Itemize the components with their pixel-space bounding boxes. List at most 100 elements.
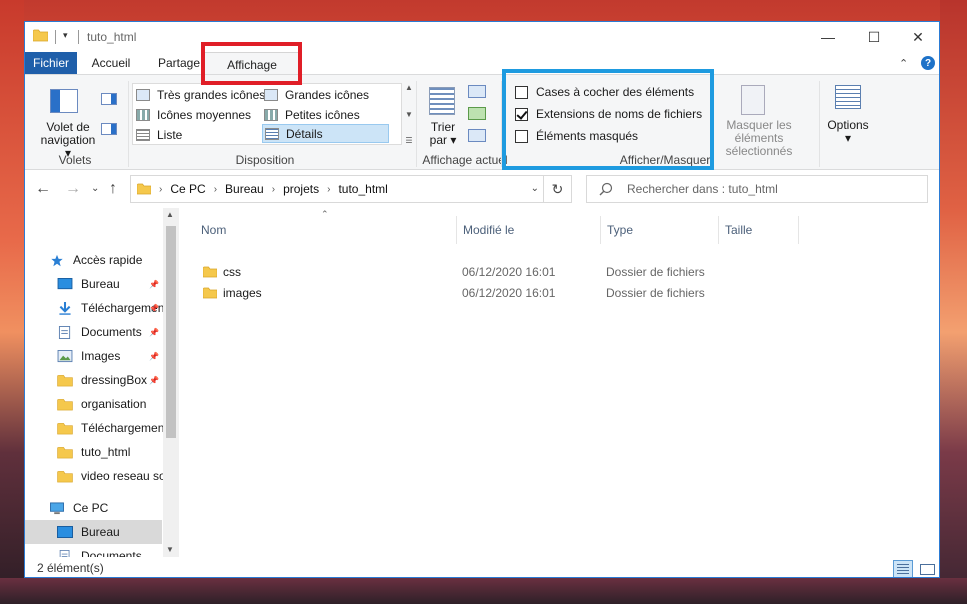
options-button[interactable]: Options ▾ (825, 83, 871, 149)
file-name: images (223, 286, 262, 300)
ribbon-tabs: Fichier Accueil Partage Affichage ⌃ ? (25, 52, 939, 76)
sidebar-item[interactable]: dressingBox 📌 (25, 368, 165, 392)
sidebar-item[interactable]: video reseau soc (25, 464, 172, 488)
breadcrumb-separator[interactable]: › (214, 184, 217, 195)
navigation-pane: Accès rapide Ce PC Bureau Documents Bure… (25, 208, 181, 557)
layout-gallery-scroll[interactable]: ▲ ▼ ☰ (403, 83, 415, 145)
navigation-pane-label-line2: navigation (40, 133, 96, 147)
collapse-ribbon-icon[interactable]: ⌃ (899, 57, 908, 70)
options-icon (835, 85, 861, 109)
details-view-icon[interactable] (893, 560, 913, 577)
folder-icon (57, 374, 73, 386)
search-icon (599, 182, 613, 196)
layout-extra-large-icons[interactable]: Très grandes icônes (136, 85, 265, 104)
nav-pane-scrollbar[interactable]: ▲ ▼ (163, 208, 179, 557)
nav-pc-documents[interactable]: Documents (25, 544, 165, 557)
file-type: Dossier de fichiers (606, 286, 705, 300)
nav-pane-scroll-thumb[interactable] (166, 226, 176, 438)
sidebar-item[interactable]: Téléchargements 📌 (25, 296, 174, 320)
folder-icon (57, 446, 73, 458)
large-icons-view-icon[interactable] (917, 560, 937, 577)
status-bar: 2 élément(s) (25, 557, 939, 577)
layout-medium-icons[interactable]: Icônes moyennes (136, 105, 251, 124)
layout-list[interactable]: Liste (136, 125, 182, 144)
address-history-chevron-icon[interactable]: ⌄ (531, 183, 539, 194)
breadcrumb-tuto-html[interactable]: tuto_html (338, 182, 387, 196)
size-all-columns-icon[interactable] (468, 129, 486, 142)
nav-ce-pc[interactable]: Ce PC (25, 496, 165, 520)
title-separator (55, 30, 56, 44)
sidebar-item[interactable]: organisation (25, 392, 165, 416)
breadcrumb-separator[interactable]: › (272, 184, 275, 195)
breadcrumb-projets[interactable]: projets (283, 182, 319, 196)
extra-large-icons-icon (136, 88, 150, 101)
desktop-background-right (940, 0, 967, 604)
search-box[interactable]: Rechercher dans : tuto_html (586, 175, 928, 203)
group-by-icon[interactable] (468, 85, 486, 98)
list-icon (136, 128, 150, 141)
scroll-up-icon[interactable]: ▲ (405, 83, 413, 92)
highlight-affichage-tab (201, 42, 302, 85)
pin-icon: 📌 (149, 303, 159, 313)
breadcrumb-ce-pc[interactable]: Ce PC (170, 182, 205, 196)
ribbon-affichage: Volet de navigation ▾ Volets Très grande… (25, 74, 939, 170)
column-header-modified[interactable]: Modifié le (457, 216, 601, 244)
breadcrumb-separator[interactable]: › (159, 184, 162, 195)
recent-locations-dropdown-icon[interactable]: ⌄ (91, 183, 99, 194)
help-icon[interactable]: ? (921, 56, 935, 70)
column-header-name[interactable]: Nom (195, 216, 457, 244)
column-header-size[interactable]: Taille (719, 216, 799, 244)
group-label-volets: Volets (58, 153, 92, 167)
scroll-down-icon[interactable]: ▼ (166, 545, 174, 554)
nav-quick-access[interactable]: Accès rapide (25, 248, 165, 272)
sort-by-button[interactable]: Trier par ▾ (423, 85, 463, 151)
documents-icon (58, 325, 71, 339)
table-row[interactable]: images 06/12/2020 16:01 Dossier de fichi… (185, 283, 785, 304)
item-count: 2 élément(s) (37, 561, 104, 575)
sort-icon (429, 87, 455, 115)
layout-large-icons[interactable]: Grandes icônes (264, 85, 369, 104)
desktop-icon (57, 525, 73, 538)
quick-access-toolbar-dropdown-icon[interactable]: ▾ (63, 30, 73, 44)
layout-details[interactable]: Détails (262, 124, 389, 143)
scroll-up-icon[interactable]: ▲ (166, 210, 174, 219)
maximize-button[interactable]: ☐ (851, 22, 897, 52)
folder-icon (203, 287, 217, 299)
tab-fichier[interactable]: Fichier (25, 52, 77, 74)
file-explorer-window: ▾ tuto_html — ☐ ✕ Fichier Accueil Partag… (24, 21, 940, 578)
up-arrow-icon[interactable]: ↑ (109, 180, 117, 198)
breadcrumb-separator[interactable]: › (327, 184, 330, 195)
sidebar-item[interactable]: Documents 📌 (25, 320, 165, 344)
column-header-type[interactable]: Type (601, 216, 719, 244)
table-row[interactable]: css 06/12/2020 16:01 Dossier de fichiers (185, 262, 785, 283)
address-bar[interactable]: › Ce PC › Bureau › projets › tuto_html ⌄… (130, 175, 572, 203)
navigation-pane-button[interactable]: Volet de navigation ▾ (37, 85, 95, 160)
group-label-disposition: Disposition (235, 153, 295, 167)
scroll-down-icon[interactable]: ▼ (405, 110, 413, 119)
sidebar-item[interactable]: Bureau 📌 (25, 272, 165, 296)
back-arrow-icon[interactable]: ← (35, 180, 51, 198)
hide-selected-items-button[interactable]: Masquer les éléments sélectionnés (701, 83, 811, 158)
download-icon (59, 301, 71, 315)
file-modified: 06/12/2020 16:01 (462, 286, 556, 300)
search-input[interactable]: Rechercher dans : tuto_html (627, 182, 778, 196)
documents-icon (59, 549, 70, 557)
small-icons-icon (264, 108, 278, 121)
star-icon (51, 254, 63, 266)
sidebar-item[interactable]: Téléchargement (25, 416, 168, 440)
minimize-button[interactable]: — (805, 22, 851, 52)
layout-small-icons[interactable]: Petites icônes (264, 105, 360, 124)
forward-arrow-icon[interactable]: → (65, 180, 81, 198)
hide-selected-label-line1: Masquer les éléments (726, 118, 792, 145)
more-layouts-icon[interactable]: ☰ (405, 136, 412, 145)
breadcrumb-bureau[interactable]: Bureau (225, 182, 264, 196)
preview-pane-icon[interactable] (101, 93, 117, 105)
refresh-icon[interactable]: ↻ (543, 176, 571, 202)
close-button[interactable]: ✕ (895, 22, 939, 52)
tab-accueil[interactable]: Accueil (83, 52, 139, 74)
nav-pc-bureau[interactable]: Bureau (25, 520, 162, 544)
details-pane-icon[interactable] (101, 123, 117, 135)
sidebar-item[interactable]: tuto_html (25, 440, 165, 464)
sidebar-item[interactable]: Images 📌 (25, 344, 165, 368)
add-columns-icon[interactable] (468, 107, 486, 120)
